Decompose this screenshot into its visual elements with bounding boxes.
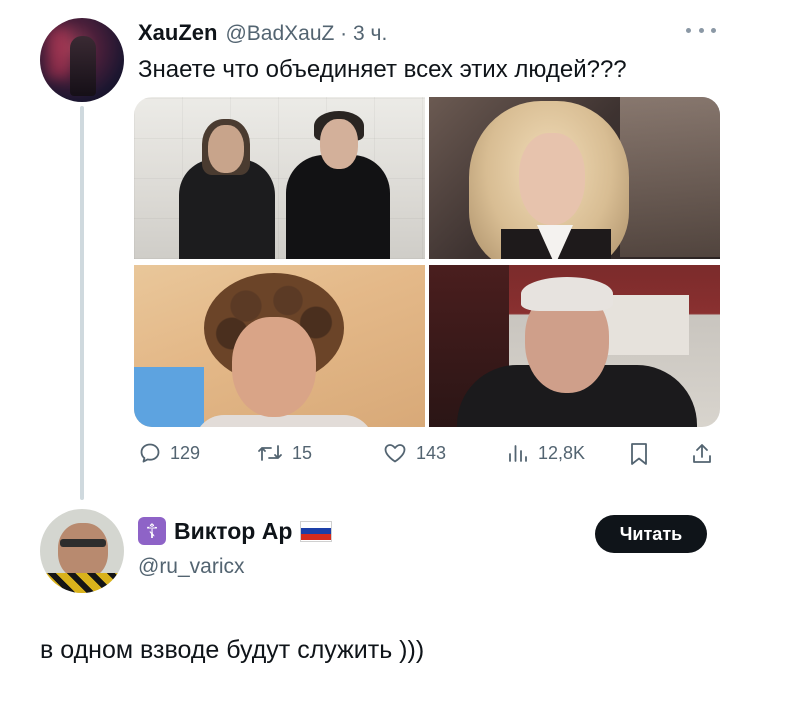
reply-text: в одном взводе будут служить )))	[40, 636, 425, 664]
russia-flag-icon	[300, 520, 333, 542]
tweet-actions: 129 15 143 12,8K	[134, 441, 724, 471]
reply-author-name[interactable]: Виктор Ар	[174, 518, 292, 545]
views-count: 12,8K	[538, 442, 586, 463]
media-photo-2[interactable]	[429, 97, 720, 259]
media-photo-3[interactable]	[134, 265, 425, 427]
retweet-icon	[256, 441, 284, 465]
thread-line	[80, 106, 84, 500]
reply-button[interactable]: 129	[138, 441, 200, 465]
more-dots-icon[interactable]	[686, 22, 716, 38]
media-grid	[134, 97, 720, 427]
author-name[interactable]: XauZen	[138, 20, 217, 46]
tweet-header: XauZen @BadXauZ · 3 ч.	[138, 20, 387, 50]
bookmark-icon	[628, 441, 650, 467]
speech-bubble-icon	[138, 441, 162, 465]
media-photo-1[interactable]	[134, 97, 425, 259]
tweet-text: Знаете что объединяет всех этих людей???	[138, 56, 627, 83]
like-count: 143	[416, 442, 447, 463]
share-icon	[690, 441, 714, 467]
reply-author-avatar[interactable]	[40, 509, 124, 593]
bar-chart-icon	[506, 441, 530, 465]
author-handle-time[interactable]: @BadXauZ · 3 ч.	[225, 22, 387, 46]
share-button[interactable]	[690, 441, 714, 467]
author-avatar[interactable]	[40, 18, 124, 102]
orthodox-cross-icon: ☦	[138, 517, 166, 545]
views-button[interactable]: 12,8K	[506, 441, 585, 465]
media-photo-4[interactable]	[429, 265, 720, 427]
reply-count: 129	[170, 442, 201, 463]
reply-author-handle[interactable]: @ru_varicx	[138, 555, 245, 579]
heart-icon	[382, 441, 408, 465]
retweet-count: 15	[292, 442, 313, 463]
bookmark-button[interactable]	[628, 441, 650, 467]
reply-author-line: ☦ Виктор Ар	[138, 517, 333, 545]
retweet-button[interactable]: 15	[256, 441, 312, 465]
follow-button[interactable]: Читать	[595, 515, 707, 553]
like-button[interactable]: 143	[382, 441, 446, 465]
